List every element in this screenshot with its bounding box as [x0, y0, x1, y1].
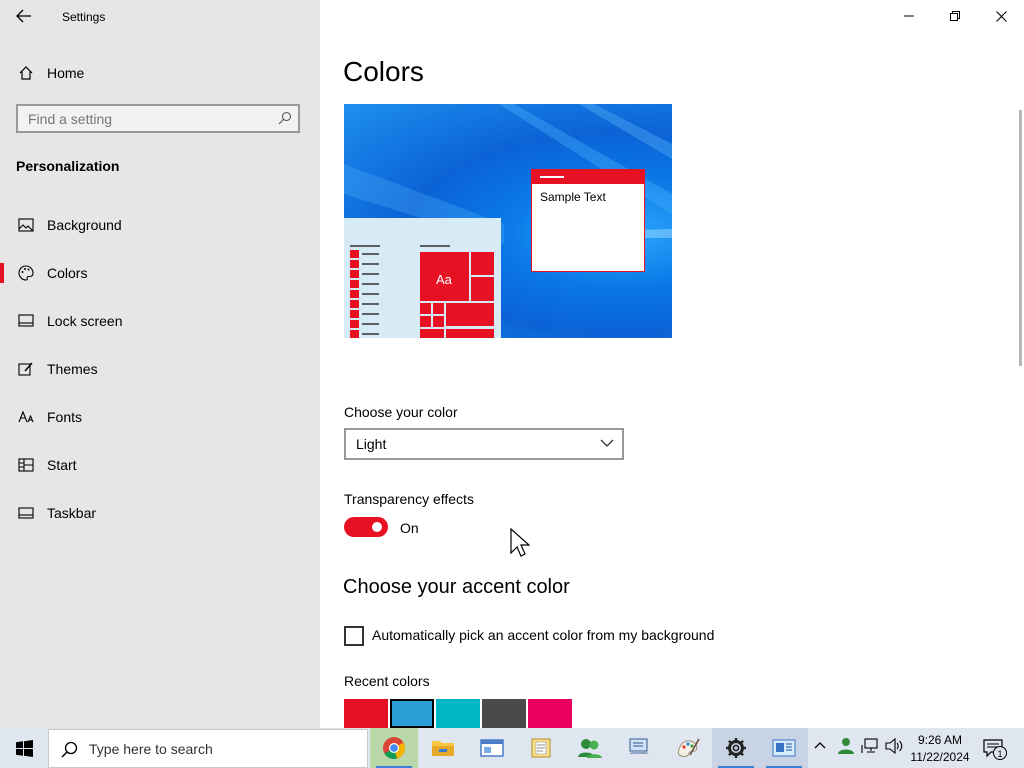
font-icon — [17, 408, 35, 426]
search-icon — [61, 741, 78, 758]
taskbar-app-people[interactable] — [566, 728, 614, 768]
taskbar-app-chrome[interactable] — [370, 728, 418, 768]
taskbar-app-window[interactable] — [468, 728, 516, 768]
gear-icon — [726, 738, 746, 758]
sidebar-item-themes[interactable]: Themes — [0, 349, 320, 389]
taskbar-app-paint[interactable] — [664, 728, 712, 768]
restore-button[interactable] — [932, 0, 978, 32]
transparency-toggle[interactable] — [344, 517, 388, 537]
tile-text: Aa — [436, 272, 452, 287]
sidebar-item-background[interactable]: Background — [0, 205, 320, 245]
close-icon — [995, 10, 1007, 22]
sidebar-item-taskbar[interactable]: Taskbar — [0, 493, 320, 533]
paint-icon — [678, 738, 700, 757]
sidebar-item-start[interactable]: Start — [0, 445, 320, 485]
sample-window-preview: Sample Text — [531, 169, 645, 272]
action-center-button[interactable]: 1 — [980, 736, 1010, 762]
color-swatch-selected[interactable] — [390, 699, 434, 728]
choose-color-dropdown[interactable]: Light — [344, 428, 624, 460]
sample-text: Sample Text — [540, 190, 606, 204]
chevron-up-icon — [814, 742, 826, 749]
folder-icon — [432, 741, 454, 756]
accent-heading: Choose your accent color — [343, 576, 570, 598]
tray-network-button[interactable] — [861, 737, 879, 760]
tray-volume-button[interactable] — [884, 737, 904, 760]
back-arrow-icon — [16, 9, 31, 23]
sidebar-item-label: Colors — [47, 265, 88, 281]
color-swatch[interactable] — [528, 699, 572, 728]
chrome-icon — [383, 737, 405, 760]
color-swatch[interactable] — [344, 699, 388, 728]
taskbar-app-control-panel[interactable] — [760, 728, 808, 768]
people-icon — [578, 739, 602, 758]
taskbar-search-box[interactable]: Type here to search — [48, 729, 368, 768]
sidebar-item-label: Start — [47, 457, 77, 473]
back-button[interactable] — [8, 4, 40, 28]
tray-people-button[interactable] — [837, 737, 855, 760]
taskbar-app-file-explorer[interactable] — [419, 728, 467, 768]
sidebar-item-home[interactable]: Home — [0, 53, 320, 93]
clock-date[interactable]: 11/22/2024 — [906, 750, 974, 764]
window-title: Settings — [62, 10, 106, 24]
toggle-knob — [372, 522, 382, 532]
sidebar-item-label: Lock screen — [47, 313, 123, 329]
notification-count: 1 — [993, 746, 1007, 760]
control-panel-icon — [772, 739, 796, 757]
transparency-label: Transparency effects — [344, 491, 474, 507]
restore-icon — [950, 11, 960, 21]
lock-screen-icon — [17, 312, 35, 330]
dropdown-value: Light — [356, 436, 387, 452]
mouse-cursor-icon — [510, 528, 530, 557]
sidebar-item-label: Home — [47, 65, 85, 81]
app-window-icon — [480, 739, 504, 757]
recent-colors-label: Recent colors — [344, 673, 430, 689]
start-button[interactable] — [0, 728, 48, 768]
taskbar-icon — [17, 504, 35, 522]
choose-color-label: Choose your color — [344, 404, 458, 420]
section-heading: Personalization — [16, 158, 120, 174]
palette-icon — [17, 264, 35, 282]
color-swatch[interactable] — [482, 699, 526, 728]
notepad-icon — [531, 738, 551, 758]
start-menu-preview: Aa — [344, 218, 501, 338]
sidebar-item-lock-screen[interactable]: Lock screen — [0, 301, 320, 341]
search-icon — [278, 111, 292, 125]
page-title: Colors — [343, 56, 424, 87]
taskbar-app-notepad[interactable] — [517, 728, 565, 768]
search-input[interactable] — [28, 111, 268, 127]
toggle-state-text: On — [400, 520, 419, 536]
search-field[interactable] — [16, 104, 300, 133]
start-tiles-preview — [350, 245, 494, 338]
volume-icon — [885, 737, 903, 755]
network-icon — [861, 738, 878, 753]
sidebar-item-label: Taskbar — [47, 505, 97, 521]
windows-logo-icon — [15, 739, 33, 757]
start-icon — [17, 456, 35, 474]
chevron-down-icon — [600, 439, 614, 447]
home-icon — [17, 64, 35, 82]
minimize-icon — [904, 15, 914, 17]
brush-icon — [17, 360, 35, 378]
auto-pick-checkbox[interactable] — [344, 626, 364, 646]
color-swatch[interactable] — [436, 699, 480, 728]
clock-time[interactable]: 9:26 AM — [910, 733, 970, 747]
sidebar-item-label: Themes — [47, 361, 98, 377]
minimize-button[interactable] — [886, 0, 932, 32]
sample-window-titlebar — [532, 170, 644, 184]
taskbar-app-settings[interactable] — [712, 728, 760, 768]
sidebar-item-colors[interactable]: Colors — [0, 253, 320, 293]
sidebar-item-fonts[interactable]: Fonts — [0, 397, 320, 437]
user-status-icon — [838, 738, 854, 754]
network-computer-icon — [629, 738, 649, 754]
scrollbar-thumb[interactable] — [1019, 110, 1022, 366]
auto-pick-label[interactable]: Automatically pick an accent color from … — [372, 627, 714, 643]
close-button[interactable] — [978, 0, 1024, 32]
image-icon — [17, 216, 35, 234]
sidebar-item-label: Background — [47, 217, 122, 233]
sidebar-item-label: Fonts — [47, 409, 83, 425]
taskbar-app-network[interactable] — [615, 728, 663, 768]
taskbar-search-text: Type here to search — [89, 741, 213, 757]
show-hidden-icons-button[interactable] — [813, 738, 827, 757]
